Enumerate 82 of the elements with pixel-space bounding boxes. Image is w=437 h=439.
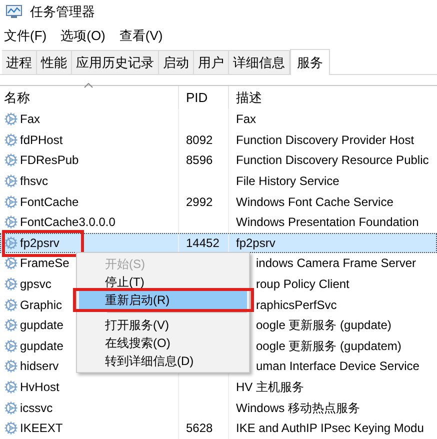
table-cell-text: Graphic	[20, 296, 62, 314]
table-row[interactable]: IKEEXT 5628 IKE and AuthIP IPsec Keying Modu	[0, 418, 437, 438]
gear-icon	[4, 400, 18, 415]
table-cell-text: FDResPub	[20, 152, 79, 170]
table-cell-text: FontCache3.0.0.0	[20, 214, 116, 232]
table-cell-text: Fax	[20, 111, 40, 128]
gear-icon	[4, 380, 18, 394]
gear-icon	[4, 132, 18, 147]
table-row[interactable]: FontCache 2992 Windows Font Cache Service	[0, 191, 437, 212]
table-cell-text: 8092	[186, 132, 213, 149]
table-cell-text: IKE and AuthIP IPsec Keying Modu	[236, 420, 424, 438]
table-cell-text: fdPHost	[20, 132, 63, 149]
table-cell-text: fp2psrv	[236, 234, 276, 252]
gear-icon	[4, 421, 18, 436]
table-cell-text: oogle 更新服务 (gupdate)	[256, 317, 392, 334]
table-cell-text: IKEEXT	[20, 420, 63, 438]
column-header[interactable]: 描述	[228, 86, 437, 109]
gear-icon	[4, 318, 18, 332]
table-cell-text: FontCache	[20, 194, 79, 211]
table-row[interactable]: FDResPub 8596 Function Discovery Resource Public	[0, 150, 437, 171]
table-cell-text: HvHost	[20, 379, 60, 396]
tab[interactable]: 进程	[2, 50, 37, 74]
tab[interactable]: 用户	[194, 50, 229, 74]
gear-icon	[4, 153, 18, 168]
sort-caret-icon	[84, 83, 93, 88]
table-cell-text: 8596	[186, 152, 213, 170]
gear-icon	[4, 215, 18, 230]
table-cell-text: File History Service	[236, 173, 340, 190]
gear-icon	[4, 359, 18, 374]
tab[interactable]: 详细信息	[229, 50, 290, 74]
column-header[interactable]: 名称	[0, 86, 178, 109]
column-header[interactable]: PID	[178, 86, 228, 109]
gear-icon	[4, 174, 18, 188]
table-cell-text: Function Discovery Provider Host	[236, 132, 414, 149]
tab[interactable]: 服务	[290, 49, 330, 75]
table-cell-text: FrameSe	[20, 255, 70, 272]
gear-icon	[4, 298, 18, 312]
table-cell-text: Fax	[236, 111, 256, 128]
monitor-chart-icon	[6, 5, 22, 19]
table-row[interactable]: fdPHost 8092 Function Discovery Provider Host	[0, 130, 437, 150]
table-cell-text: gpsvc	[20, 276, 52, 294]
table-cell-text: oogle 更新服务 (gupdatem)	[256, 338, 402, 355]
window-title: 任务管理器	[30, 3, 95, 22]
context-menu-item[interactable]: 在线搜索(O)	[79, 334, 247, 352]
table-row[interactable]: icssvc Windows 移动热点服务	[0, 397, 437, 418]
table-cell-text: roup Policy Client	[256, 276, 350, 294]
tab[interactable]: 性能	[37, 50, 72, 74]
menu-item[interactable]: 文件(F)	[4, 28, 47, 42]
table-cell-text: Windows 移动热点服务	[236, 400, 360, 417]
menu-item[interactable]: 选项(O)	[60, 28, 106, 42]
table-cell-text: uman Interface Device Service	[256, 358, 420, 376]
table-cell-text: raphicsPerfSvc	[256, 296, 337, 314]
gear-icon	[4, 277, 18, 292]
table-cell-text: indows Camera Frame Server	[256, 255, 416, 272]
context-menu-item[interactable]: 重新启动(R)	[79, 291, 247, 309]
context-menu-item[interactable]: 转到详细信息(D)	[79, 352, 247, 370]
table-cell-text: fp2psrv	[20, 234, 60, 252]
gear-icon	[4, 256, 18, 270]
table-cell-text: Windows Presentation Foundation	[236, 214, 419, 232]
table-row[interactable]: HvHost HV 主机服务	[0, 376, 437, 398]
table-cell-text: fhsvc	[20, 173, 48, 190]
table-cell-text: 14452	[186, 234, 220, 252]
table-cell-text: icssvc	[20, 400, 53, 417]
table-cell-text: gupdate	[20, 338, 64, 355]
menu-item[interactable]: 查看(V)	[119, 28, 163, 42]
gear-icon	[4, 338, 18, 353]
table-cell-text: HV 主机服务	[236, 379, 304, 396]
tab[interactable]: 应用历史记录	[72, 50, 159, 74]
table-cell-text: gupdate	[20, 317, 64, 334]
context-menu-item[interactable]: 打开服务(V)	[79, 316, 247, 334]
tab[interactable]: 启动	[159, 50, 194, 74]
gear-icon	[4, 112, 18, 126]
context-menu-item[interactable]: 停止(T)	[79, 273, 247, 291]
table-cell-text: Windows Font Cache Service	[236, 194, 394, 211]
table-cell-text: Function Discovery Resource Public	[236, 152, 429, 170]
table-row[interactable]: Fax Fax	[0, 109, 437, 130]
table-cell-text: 2992	[186, 194, 213, 211]
table-cell-text: 5628	[186, 420, 213, 438]
gear-icon	[4, 236, 18, 250]
gear-icon	[4, 194, 18, 209]
table-row[interactable]: fhsvc File History Service	[0, 170, 437, 192]
table-cell-text: hidserv	[20, 358, 59, 376]
